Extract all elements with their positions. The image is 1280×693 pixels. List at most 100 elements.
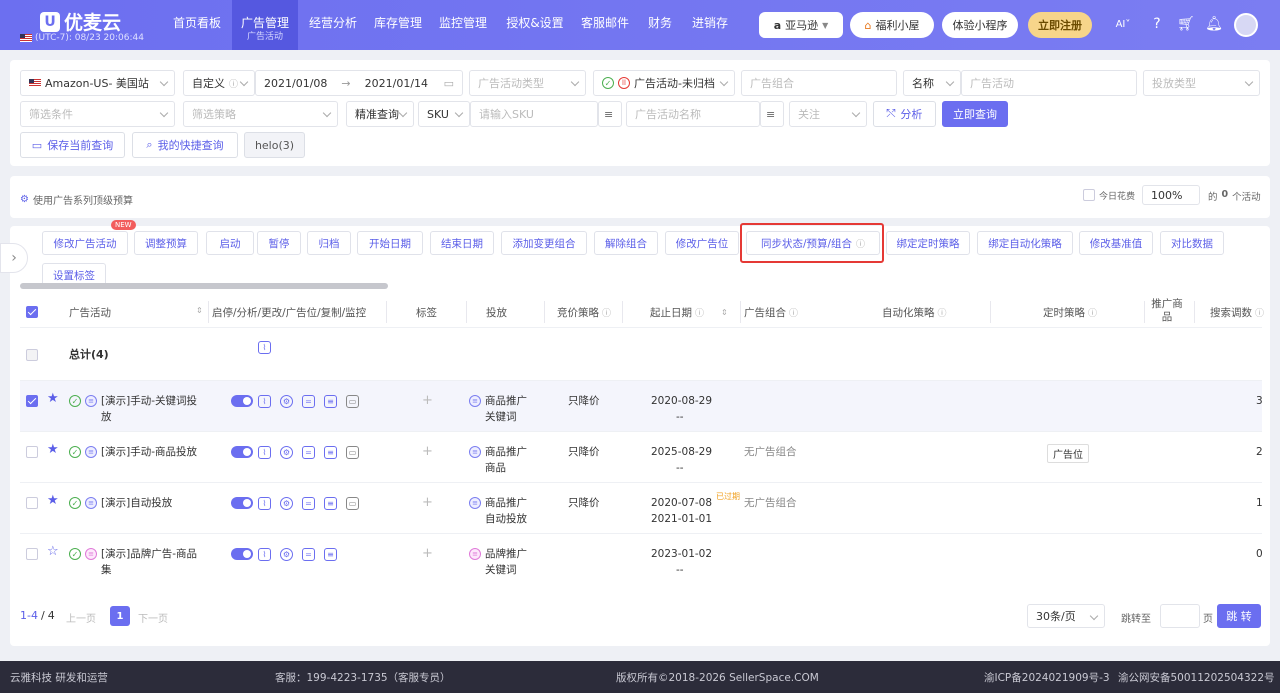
nav-home[interactable]: 首页看板 (168, 0, 226, 50)
date-mode-select[interactable]: 自定义 ⓘ (183, 70, 255, 96)
page-size-select[interactable]: 30条/页 (1027, 604, 1105, 628)
name-input[interactable]: 广告活动 (961, 70, 1137, 96)
archive-button[interactable]: 归档 (307, 231, 351, 255)
jump-button[interactable]: 跳 转 (1217, 604, 1261, 628)
bind-timer-button[interactable]: 绑定定时策略 (886, 231, 970, 255)
row-checkbox[interactable] (26, 497, 38, 509)
bulk-list-icon[interactable]: ≡ (598, 101, 622, 127)
page-number-button[interactable]: 1 (110, 606, 130, 626)
gear-icon[interactable]: ⚙ (280, 548, 293, 561)
start-button[interactable]: 启动 (206, 231, 254, 255)
my-queries-button[interactable]: ⌕ 我的快捷查询 (132, 132, 238, 158)
gear-icon[interactable]: ⚙ (280, 497, 293, 510)
edit-placement-button[interactable]: 修改广告位 (665, 231, 739, 255)
adjust-budget-button[interactable]: 调整预算 (134, 231, 198, 255)
campaign-name[interactable]: [演示]自动投放 (101, 495, 211, 511)
jump-page-input[interactable] (1160, 604, 1200, 628)
condition-select[interactable]: 筛选条件 (20, 101, 175, 127)
table-row[interactable] (20, 380, 1262, 431)
match-mode-select[interactable]: 精准查询 (346, 101, 414, 127)
monitor-icon[interactable]: ▭ (346, 395, 359, 408)
copy-icon[interactable]: ≡ (324, 497, 337, 510)
welfare-button[interactable]: ⌂ 福利小屋 (850, 12, 934, 38)
trend-chart-icon[interactable]: ⌇ (258, 446, 271, 459)
row-checkbox[interactable] (26, 446, 38, 458)
campaign-name[interactable]: [演示]手动-商品投放 (101, 444, 211, 460)
gear-icon[interactable]: ⚙ (280, 446, 293, 459)
site-select[interactable]: Amazon-US- 美国站 (20, 70, 175, 96)
market-select[interactable]: a 亚马逊 ▼ (759, 12, 843, 38)
avatar[interactable] (1234, 13, 1258, 37)
table-row[interactable] (20, 533, 1262, 584)
miniapp-button[interactable]: 体验小程序 (942, 12, 1018, 38)
nav-ads[interactable]: 广告管理 广告活动 (232, 0, 298, 50)
follow-select[interactable]: 关注 (789, 101, 867, 127)
campaign-status-select[interactable]: ✓ ll 广告活动-未归档 (593, 70, 735, 96)
star-filled-icon[interactable]: ★ (47, 391, 59, 406)
sku-field-select[interactable]: SKU (418, 101, 470, 127)
nav-auth[interactable]: 授权&设置 (500, 0, 570, 50)
bell-icon[interactable]: 🔔︎ (1204, 14, 1224, 34)
timer-tag[interactable]: 广告位 (1047, 444, 1089, 463)
strategy-select[interactable]: 筛选策略 (183, 101, 338, 127)
campaign-name-input[interactable]: 广告活动名称 (626, 101, 760, 127)
star-filled-icon[interactable]: ★ (47, 442, 59, 457)
edit-baseline-button[interactable]: 修改基准值 (1079, 231, 1153, 255)
today-spend-checkbox[interactable] (1083, 189, 1095, 201)
col-campaign[interactable]: 广告活动 (69, 298, 111, 326)
end-date-button[interactable]: 结束日期 (430, 231, 494, 255)
analyze-button[interactable]: ⤲ 分析 (873, 101, 936, 127)
percent-input[interactable]: 100% (1142, 185, 1200, 205)
star-outline-icon[interactable]: ☆ (47, 544, 59, 559)
select-all-checkbox[interactable] (26, 306, 38, 318)
bind-auto-button[interactable]: 绑定自动化策略 (977, 231, 1073, 255)
monitor-icon[interactable]: ▭ (346, 497, 359, 510)
pause-button[interactable]: 暂停 (257, 231, 301, 255)
add-tag-icon[interactable]: + (422, 546, 433, 561)
footer-police[interactable]: 渝公网安备50011202504322号 (1118, 670, 1275, 685)
edit-icon[interactable]: = (302, 497, 315, 510)
footer-icp[interactable]: 渝ICP备2024021909号-3 (984, 670, 1110, 685)
register-button[interactable]: 立即注册 (1028, 12, 1092, 38)
monitor-icon[interactable]: ▭ (346, 446, 359, 459)
add-tag-icon[interactable]: + (422, 444, 433, 459)
copy-icon[interactable]: ≡ (324, 548, 337, 561)
edit-icon[interactable]: = (302, 446, 315, 459)
trend-chart-icon[interactable]: ⌇ (258, 341, 271, 354)
campaign-name[interactable]: [演示]手动-关键词投放 (101, 393, 203, 425)
copy-icon[interactable]: ≡ (324, 446, 337, 459)
help-icon[interactable]: ? (1147, 14, 1167, 34)
trend-chart-icon[interactable]: ⌇ (258, 497, 271, 510)
save-query-button[interactable]: ▭ 保存当前查询 (20, 132, 125, 158)
enable-toggle[interactable] (231, 395, 253, 407)
sku-input[interactable]: 请输入SKU (470, 101, 598, 127)
edit-campaign-button[interactable]: 修改广告活动 (42, 231, 128, 255)
add-portfolio-button[interactable]: 添加变更组合 (501, 231, 587, 255)
nav-analysis[interactable]: 经营分析 (304, 0, 362, 50)
next-page-button[interactable]: 下一页 (138, 610, 168, 625)
horizontal-scrollbar[interactable] (20, 283, 388, 289)
nav-monitor[interactable]: 监控管理 (434, 0, 492, 50)
ai-icon[interactable]: AI ˅ (1108, 14, 1138, 34)
row-checkbox[interactable] (26, 548, 38, 560)
edit-icon[interactable]: = (302, 548, 315, 561)
gear-icon[interactable]: ⚙ (280, 395, 293, 408)
copy-icon[interactable]: ≡ (324, 395, 337, 408)
nav-finance[interactable]: 财务 (642, 0, 678, 50)
enable-toggle[interactable] (231, 548, 253, 560)
date-range-picker[interactable]: 2021/01/08 → 2021/01/14 ▭ (255, 70, 463, 96)
compare-button[interactable]: 对比数据 (1160, 231, 1224, 255)
saved-query-tag[interactable]: helo(3) (244, 132, 305, 158)
nav-mail[interactable]: 客服邮件 (576, 0, 634, 50)
add-tag-icon[interactable]: + (422, 495, 433, 510)
app-logo[interactable]: U 优麦云 (40, 8, 121, 35)
name-field-select[interactable]: 名称 (903, 70, 961, 96)
nav-inventory[interactable]: 库存管理 (369, 0, 427, 50)
prev-page-button[interactable]: 上一页 (66, 610, 96, 625)
sort-icon[interactable]: ⇕ (196, 306, 203, 315)
star-filled-icon[interactable]: ★ (47, 493, 59, 508)
nav-erp[interactable]: 进销存 (686, 0, 734, 50)
add-tag-icon[interactable]: + (422, 393, 433, 408)
edit-icon[interactable]: = (302, 395, 315, 408)
remove-portfolio-button[interactable]: 解除组合 (594, 231, 658, 255)
